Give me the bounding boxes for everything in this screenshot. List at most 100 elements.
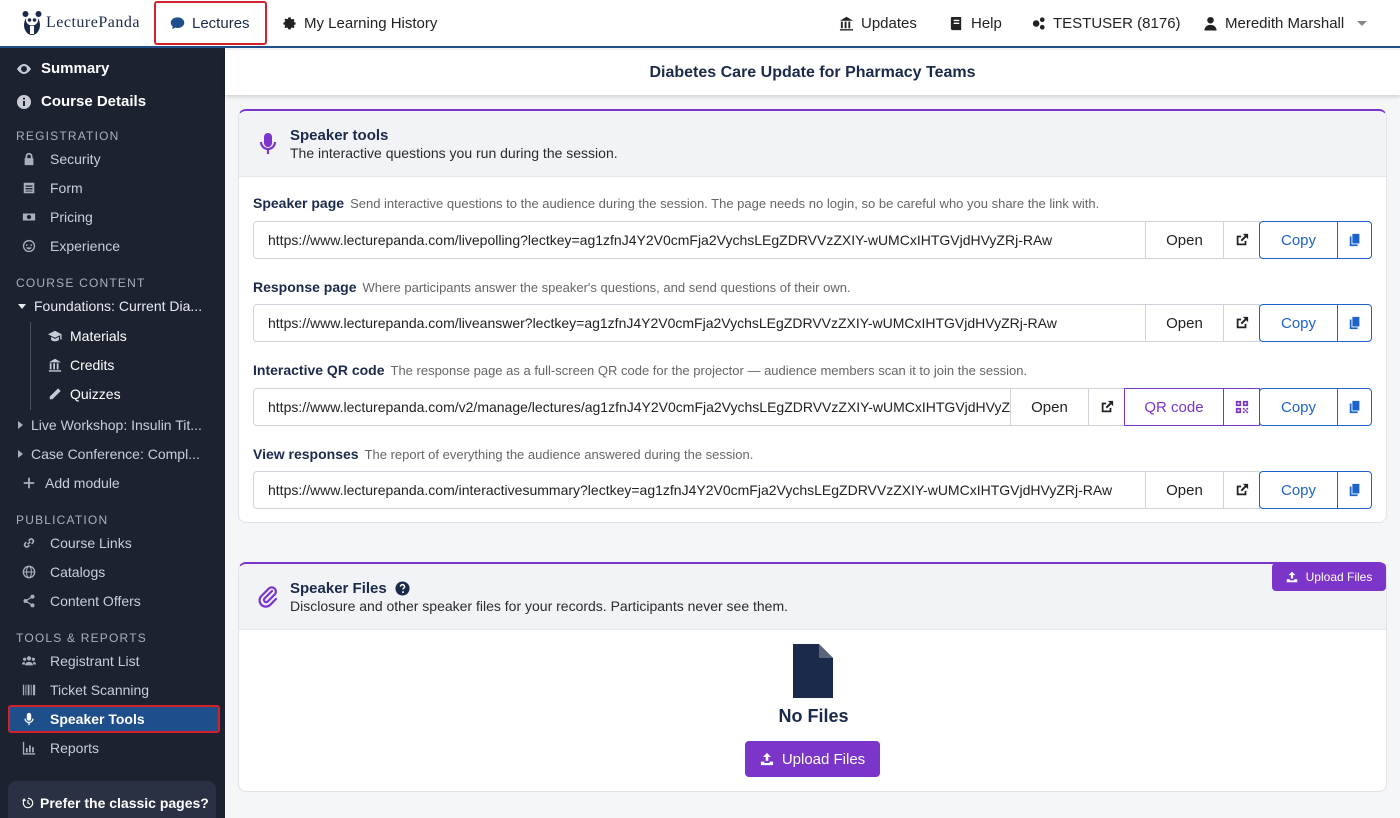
nav-updates-label: Updates [861, 14, 917, 32]
sidebar-module-case-conference[interactable]: Case Conference: Compl... [18, 446, 200, 462]
qr-code-url-input[interactable]: https://www.lecturepanda.com/v2/manage/l… [253, 388, 1011, 426]
sidebar-item-form[interactable]: Form [22, 177, 83, 199]
nav-lectures[interactable]: Lectures [154, 1, 267, 45]
module-label: Foundations: Current Dia... [34, 298, 203, 314]
brand-logo[interactable]: LecturePanda [22, 9, 140, 37]
upload-files-header-label: Upload Files [1305, 570, 1373, 584]
sidebar-item-label: Materials [70, 328, 127, 344]
row-description: Where participants answer the speaker's … [362, 280, 851, 295]
sidebar-item-label: Registrant List [50, 653, 140, 669]
sidebar-item-quizzes[interactable]: Quizzes [48, 386, 121, 402]
add-module-label: Add module [45, 475, 120, 491]
sidebar-item-security[interactable]: Security [22, 148, 101, 170]
eye-icon [17, 63, 31, 74]
sidebar-item-label: Credits [70, 357, 115, 373]
row-label: View responses [253, 446, 359, 462]
speaker-page-url-input[interactable]: https://www.lecturepanda.com/livepolling… [253, 221, 1146, 259]
sidebar-item-pricing[interactable]: Pricing [22, 206, 93, 228]
nav-help[interactable]: Help [949, 0, 1002, 46]
money-bill-icon [22, 213, 36, 221]
response-page-open-button[interactable]: Open [1145, 304, 1224, 342]
sidebar-item-credits[interactable]: Credits [48, 357, 114, 373]
qr-code-icon-button[interactable] [1223, 388, 1260, 426]
pencil-icon [49, 388, 61, 400]
sidebar-item-materials[interactable]: Materials [48, 328, 127, 344]
speaker-tools-card: Speaker tools The interactive questions … [238, 109, 1387, 523]
history-icon [22, 797, 34, 809]
qr-code-button[interactable]: QR code [1124, 388, 1224, 426]
view-responses-copy-button[interactable]: Copy [1259, 471, 1338, 509]
question-circle-icon[interactable] [395, 581, 410, 596]
sidebar-item-label: Ticket Scanning [50, 682, 150, 698]
nav-account-label: TESTUSER (8176) [1053, 14, 1181, 32]
sidebar-item-label: Course Links [50, 535, 132, 551]
sidebar-item-content-offers[interactable]: Content Offers [22, 590, 141, 612]
sidebar-item-reports[interactable]: Reports [22, 737, 99, 759]
row-description: The report of everything the audience an… [364, 447, 754, 462]
qr-code-open-button[interactable]: Open [1010, 388, 1089, 426]
speaker-page-copy-button[interactable]: Copy [1259, 221, 1338, 259]
response-page-open-icon-button[interactable] [1223, 304, 1260, 342]
sidebar-item-label: Security [50, 151, 101, 167]
info-circle-icon [17, 94, 31, 109]
nav-learning-history-label: My Learning History [304, 14, 438, 32]
nav-learning-history[interactable]: My Learning History [282, 0, 437, 46]
sidebar-item-course-links[interactable]: Course Links [22, 532, 132, 554]
sidebar-item-ticket-scanning[interactable]: Ticket Scanning [22, 679, 149, 701]
user-menu[interactable]: Meredith Marshall [1203, 0, 1368, 46]
barcode-icon [22, 684, 36, 696]
sidebar-item-catalogs[interactable]: Catalogs [22, 561, 105, 583]
globe-icon [22, 565, 36, 579]
microphone-icon [259, 133, 277, 154]
upload-icon [1286, 571, 1297, 583]
row-label: Response page [253, 279, 357, 295]
view-responses-open-button[interactable]: Open [1145, 471, 1224, 509]
speaker-files-header: Speaker Files Disclosure and other speak… [239, 564, 1386, 630]
sidebar-item-label: Pricing [50, 209, 93, 225]
module-label: Case Conference: Compl... [31, 446, 200, 462]
row-description: The response page as a full-screen QR co… [390, 363, 1028, 378]
sidebar-item-label: Catalogs [50, 564, 106, 580]
upload-files-header-button[interactable]: Upload Files [1272, 563, 1386, 591]
sidebar: Summary Course Details REGISTRATION Secu… [0, 48, 225, 818]
nav-updates[interactable]: Updates [839, 0, 917, 46]
sidebar-summary[interactable]: Summary [16, 60, 109, 77]
response-page-copy-button[interactable]: Copy [1259, 304, 1338, 342]
sidebar-item-speaker-tools[interactable]: Speaker Tools [22, 708, 145, 730]
row-label: Interactive QR code [253, 362, 385, 378]
speaker-page-copy-icon-button[interactable] [1337, 221, 1372, 259]
link-icon [23, 538, 35, 548]
qr-code-open-icon-button[interactable] [1088, 388, 1125, 426]
panda-logo-icon [22, 11, 42, 35]
speaker-files-card: Speaker Files Disclosure and other speak… [238, 562, 1387, 792]
top-navbar: LecturePanda Lectures My Learning Histor… [0, 0, 1400, 48]
page-title: Diabetes Care Update for Pharmacy Teams [225, 50, 1400, 95]
response-page-copy-icon-button[interactable] [1337, 304, 1372, 342]
sidebar-module-live-workshop[interactable]: Live Workshop: Insulin Tit... [18, 417, 202, 433]
classic-pages-prompt[interactable]: Prefer the classic pages? [8, 781, 216, 818]
nav-account[interactable]: TESTUSER (8176) [1031, 0, 1181, 46]
sidebar-course-details[interactable]: Course Details [16, 93, 146, 110]
view-responses-open-icon-button[interactable] [1223, 471, 1260, 509]
sidebar-item-registrant-list[interactable]: Registrant List [22, 650, 139, 672]
view-responses-url-input[interactable]: https://www.lecturepanda.com/interactive… [253, 471, 1146, 509]
speaker-page-open-button[interactable]: Open [1145, 221, 1224, 259]
sidebar-module-foundations[interactable]: Foundations: Current Dia... [18, 298, 202, 314]
copy-icon [1349, 316, 1359, 330]
qr-code-copy-icon-button[interactable] [1337, 388, 1372, 426]
speaker-files-title-text: Speaker Files [290, 580, 387, 597]
chevron-down-icon [1357, 20, 1368, 26]
plus-icon [23, 477, 35, 489]
response-page-url-input[interactable]: https://www.lecturepanda.com/liveanswer?… [253, 304, 1146, 342]
caret-right-icon [18, 421, 23, 429]
upload-icon [760, 752, 773, 766]
qr-code-copy-button[interactable]: Copy [1259, 388, 1338, 426]
sidebar-item-label: Content Offers [50, 593, 141, 609]
view-responses-copy-icon-button[interactable] [1337, 471, 1372, 509]
sidebar-summary-label: Summary [41, 60, 110, 77]
upload-files-button[interactable]: Upload Files [745, 741, 880, 777]
sidebar-item-experience[interactable]: Experience [22, 235, 120, 257]
external-link-icon [1236, 233, 1248, 246]
add-module-button[interactable]: Add module [22, 472, 120, 494]
speaker-page-open-icon-button[interactable] [1223, 221, 1260, 259]
